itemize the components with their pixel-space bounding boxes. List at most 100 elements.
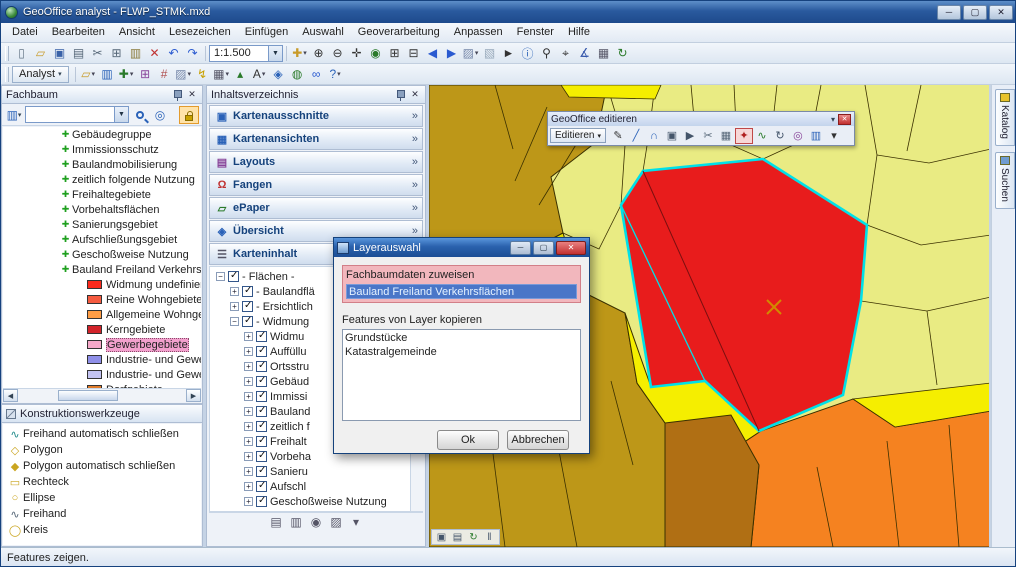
scrollbar-thumb[interactable] [58, 390, 118, 401]
scroll-left-icon[interactable]: ◀ [3, 389, 18, 402]
chevron-expand-icon[interactable]: » [412, 110, 418, 122]
expand-box-icon[interactable]: + [230, 302, 239, 311]
locate-icon[interactable]: ◎ [151, 106, 169, 124]
find-icon[interactable]: ⚲ [537, 45, 556, 62]
fixed-zoom-in-icon[interactable]: ⊞ [385, 45, 404, 62]
run-icon[interactable]: ▶ [681, 128, 699, 144]
snapping-icon[interactable]: # [155, 66, 174, 83]
fachbaum-tree-item[interactable]: Gewerbegebiete [3, 337, 201, 352]
dialog-minimize-button[interactable]: ─ [510, 241, 531, 255]
fachbaum-tree-item[interactable]: Reine Wohngebiete [3, 292, 201, 307]
copy-layer-item[interactable]: Grundstücke [345, 331, 578, 345]
bookmark-icon[interactable]: ◈ [269, 66, 288, 83]
fachbaum-tree-item[interactable]: ✚ zeitlich folgende Nutzung [3, 172, 201, 187]
select-features-icon[interactable]: ▨ ▾ [461, 45, 480, 62]
close-icon[interactable]: ✕ [409, 89, 421, 101]
paste-icon[interactable]: ▥ [126, 45, 145, 62]
list-by-visibility-icon[interactable]: ◉ [308, 513, 325, 530]
ok-button[interactable]: Ok [437, 430, 499, 450]
chevron-expand-icon[interactable]: » [412, 156, 418, 168]
chevron-expand-icon[interactable]: » [412, 202, 418, 214]
back-extent-icon[interactable]: ◀ [423, 45, 442, 62]
more-edit-tools-icon[interactable]: ▾ [825, 128, 843, 144]
editieren-menu-button[interactable]: Editieren ▾ [550, 128, 606, 143]
fachbaum-tree-item[interactable]: ✚ Bauland Freiland Verkehrsfläche [3, 262, 201, 277]
forward-extent-icon[interactable]: ▶ [442, 45, 461, 62]
add-data-icon[interactable]: ✚ ▾ [290, 45, 309, 62]
pin-icon[interactable] [172, 89, 182, 101]
close-icon[interactable]: ✕ [838, 114, 851, 125]
menu-item[interactable]: Ansicht [112, 23, 162, 42]
flash-icon[interactable]: ↯ [193, 66, 212, 83]
scale-combobox[interactable]: 1:1.500 ▼ [209, 45, 283, 62]
open-folder-icon[interactable]: ▱ [31, 45, 50, 62]
analyst-menu-button[interactable]: Analyst ▾ [12, 66, 69, 83]
construction-tool-item[interactable]: ▭ Rechteck [3, 474, 201, 490]
layer-checkbox[interactable] [256, 361, 267, 372]
fachbaum-tree-item[interactable]: ✚ Sanierungsgebiet [3, 217, 201, 232]
toc-options-icon[interactable]: ▾ [348, 513, 365, 530]
fachbaum-tree-item[interactable]: Kerngebiete [3, 322, 201, 337]
layer-checkbox[interactable] [256, 496, 267, 507]
fachbaum-tree-item[interactable]: Widmung undefiniert [3, 277, 201, 292]
fachbaum-tree-item[interactable]: Industrie- und Gewerbeg [3, 352, 201, 367]
trace-tool-icon[interactable]: ∿ [753, 128, 771, 144]
karteninhalt-tree-item[interactable]: + Sanieru [210, 464, 422, 479]
menu-item[interactable]: Hilfe [561, 23, 597, 42]
dialog-titlebar[interactable]: Layerauswahl ─▢✕ [334, 238, 589, 257]
go-to-xy-icon[interactable]: ⌖ [556, 45, 575, 62]
straight-segment-icon[interactable]: ╱ [627, 128, 645, 144]
fachbaum-tree-item[interactable]: ✚ Immissionsschutz [3, 142, 201, 157]
refresh-icon[interactable]: ↻ [613, 45, 632, 62]
save-edits-icon[interactable]: ▣ [663, 128, 681, 144]
attribute-table-icon[interactable]: ▦ [594, 45, 613, 62]
menu-item[interactable]: Anpassen [447, 23, 510, 42]
expand-box-icon[interactable]: − [216, 272, 225, 281]
expand-box-icon[interactable]: − [230, 317, 239, 326]
side-tab[interactable]: Suchen [995, 152, 1015, 209]
construction-tool-item[interactable]: ◇ Polygon [3, 442, 201, 458]
layer-checkbox[interactable] [256, 331, 267, 342]
expand-box-icon[interactable]: + [244, 437, 253, 446]
fachbaum-window-icon[interactable]: ▥ [98, 66, 117, 83]
select-elements-icon[interactable]: ► [499, 45, 518, 62]
karteninhalt-tree-item[interactable]: + Aufschl [210, 479, 422, 494]
cancel-button[interactable]: Abbrechen [507, 430, 569, 450]
fachbaum-tree-item[interactable]: ✚ Gebäudegruppe [3, 127, 201, 142]
fachbaum-tree-item[interactable]: ✚ Vorbehaltsflächen [3, 202, 201, 217]
target-layer-icon[interactable]: ◎ [789, 128, 807, 144]
expand-box-icon[interactable]: + [244, 407, 253, 416]
menu-item[interactable]: Fenster [510, 23, 561, 42]
help-tools-icon[interactable]: ? ▾ [326, 66, 345, 83]
accordion-section[interactable]: Ω Fangen » [209, 174, 423, 196]
toolbar-grip[interactable] [5, 46, 9, 61]
expand-box-icon[interactable]: + [230, 287, 239, 296]
chevron-expand-icon[interactable]: » [412, 179, 418, 191]
refresh-view-icon[interactable]: ↻ [466, 530, 481, 544]
split-tool-icon[interactable]: ✂ [699, 128, 717, 144]
dialog-close-button[interactable]: ✕ [556, 241, 586, 255]
list-by-source-icon[interactable]: ▥ [288, 513, 305, 530]
fachbaum-tree-item[interactable]: ✚ Baulandmobilisierung [3, 157, 201, 172]
expand-box-icon[interactable]: + [244, 347, 253, 356]
maximize-button[interactable]: ▢ [963, 5, 987, 20]
dialog-maximize-button[interactable]: ▢ [533, 241, 554, 255]
karteninhalt-tree-item[interactable]: + Geschoßweise Nutzung [210, 494, 422, 509]
minimize-button[interactable]: ─ [937, 5, 961, 20]
accordion-section[interactable]: ▤ Layouts » [209, 151, 423, 173]
menu-item[interactable]: Auswahl [295, 23, 351, 42]
layer-checkbox[interactable] [256, 481, 267, 492]
fachbaum-tree-item[interactable]: Industrie- und Gewerbeg [3, 367, 201, 382]
chart-tools-icon[interactable]: ▴ [231, 66, 250, 83]
identify-icon[interactable]: ⓘ [518, 45, 537, 62]
cut-icon[interactable]: ✂ [88, 45, 107, 62]
new-document-icon[interactable]: ▯ [12, 45, 31, 62]
menu-item[interactable]: Bearbeiten [45, 23, 112, 42]
layer-checkbox[interactable] [242, 286, 253, 297]
chevron-down-icon[interactable]: ▾ [831, 115, 835, 124]
chevron-expand-icon[interactable]: » [412, 133, 418, 145]
expand-box-icon[interactable]: + [244, 482, 253, 491]
selection-tools-icon[interactable]: ▨ ▾ [174, 66, 193, 83]
sketch-properties-icon[interactable]: ▥ [807, 128, 825, 144]
assign-selected-item[interactable]: Bauland Freiland Verkehrsflächen [346, 284, 577, 299]
